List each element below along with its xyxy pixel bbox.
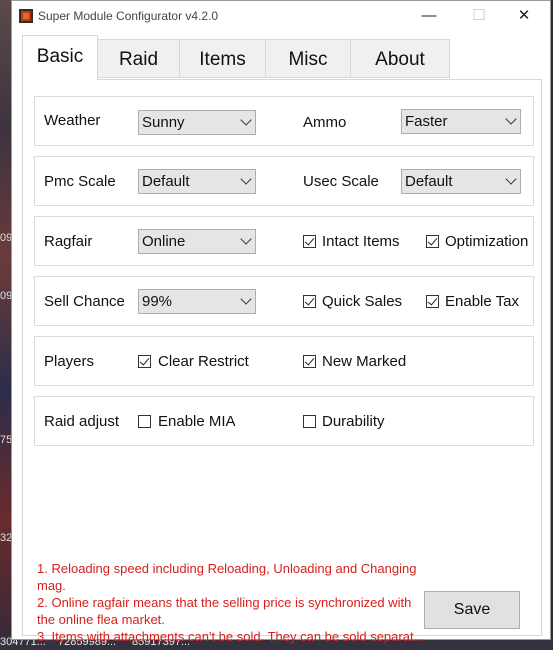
note-line: 1. Reloading speed including Reloading, … <box>37 561 417 593</box>
enable-tax-label: Enable Tax <box>445 293 519 310</box>
checkmark-icon <box>427 235 438 246</box>
quick-sales-checkbox[interactable] <box>303 295 316 308</box>
enable-tax-checkbox[interactable] <box>426 295 439 308</box>
basic-tab-panel: Weather Sunny Ammo Faster Pmc Scale Defa… <box>22 79 542 644</box>
new-marked-checkbox[interactable] <box>303 355 316 368</box>
window-title: Super Module Configurator v4.2.0 <box>38 9 219 23</box>
usec-scale-label: Usec Scale <box>303 173 379 190</box>
ragfair-select[interactable]: Online <box>138 229 256 254</box>
note-line: 3. Items with attachments can't be sold.… <box>37 629 425 644</box>
chevron-down-icon <box>505 173 517 185</box>
enable-mia-label: Enable MIA <box>158 413 236 430</box>
intact-items-label: Intact Items <box>322 233 400 250</box>
pmc-scale-select-value: Default <box>142 173 190 190</box>
sell-chance-select[interactable]: 99% <box>138 289 256 314</box>
checkmark-icon <box>427 295 438 306</box>
quick-sales-label: Quick Sales <box>322 293 403 310</box>
chevron-down-icon <box>240 173 252 185</box>
chevron-down-icon <box>505 113 517 125</box>
save-button[interactable]: Save <box>424 591 520 629</box>
checkmark-icon <box>304 235 315 246</box>
tab-raid[interactable]: Raid <box>97 39 180 78</box>
ragfair-select-value: Online <box>142 233 186 250</box>
clear-restrict-label: Clear Restrict <box>158 353 249 370</box>
title-bar[interactable]: Super Module Configurator v4.2.0 — ☐ ✕ <box>12 1 550 32</box>
maximize-icon[interactable]: ☐ <box>467 5 491 27</box>
app-icon <box>19 9 33 23</box>
chevron-down-icon <box>240 114 252 126</box>
sell-chance-select-value: 99% <box>142 293 173 310</box>
weather-select-value: Sunny <box>142 114 185 131</box>
optimization-checkbox[interactable] <box>426 235 439 248</box>
usec-scale-select-value: Default <box>405 173 453 190</box>
players-group: Players Clear Restrict New Marked <box>34 336 534 386</box>
note-line: 2. Online ragfair means that the selling… <box>37 595 412 627</box>
raid-adjust-label: Raid adjust <box>44 413 120 430</box>
app-window: Super Module Configurator v4.2.0 — ☐ ✕ B… <box>11 0 551 644</box>
sell-chance-label: Sell Chance <box>44 293 125 310</box>
chevron-down-icon <box>240 233 252 245</box>
checkmark-icon <box>304 295 315 306</box>
sell-group: Sell Chance 99% Quick Sales Enable Tax <box>34 276 534 326</box>
checkmark-icon <box>304 355 315 366</box>
weather-label: Weather <box>44 112 101 129</box>
ammo-label: Ammo <box>303 114 347 131</box>
intact-items-checkbox[interactable] <box>303 235 316 248</box>
notes-text: 1. Reloading speed including Reloading, … <box>37 560 432 645</box>
optimization-label: Optimization <box>445 233 529 250</box>
durability-label: Durability <box>322 413 385 430</box>
ragfair-group: Ragfair Online Intact Items Optimization <box>34 216 534 266</box>
tab-basic[interactable]: Basic <box>22 35 98 80</box>
ammo-select-value: Faster <box>405 113 448 130</box>
clear-restrict-checkbox[interactable] <box>138 355 151 368</box>
durability-checkbox[interactable] <box>303 415 316 428</box>
enable-mia-checkbox[interactable] <box>138 415 151 428</box>
usec-scale-select[interactable]: Default <box>401 169 521 194</box>
tab-about[interactable]: About <box>350 39 450 78</box>
new-marked-label: New Marked <box>322 353 407 370</box>
weather-ammo-group: Weather Sunny Ammo Faster <box>34 96 534 146</box>
ammo-select[interactable]: Faster <box>401 109 521 134</box>
weather-select[interactable]: Sunny <box>138 110 256 135</box>
minimize-icon[interactable]: — <box>417 5 441 27</box>
close-icon[interactable]: ✕ <box>512 5 536 27</box>
pmc-scale-label: Pmc Scale <box>44 173 116 190</box>
tab-misc[interactable]: Misc <box>265 39 351 78</box>
scale-group: Pmc Scale Default Usec Scale Default <box>34 156 534 206</box>
ragfair-label: Ragfair <box>44 233 93 250</box>
checkmark-icon <box>139 355 150 366</box>
pmc-scale-select[interactable]: Default <box>138 169 256 194</box>
tab-bar: Basic Raid Items Misc About <box>22 35 542 80</box>
players-label: Players <box>44 353 95 370</box>
raid-adjust-group: Raid adjust Enable MIA Durability <box>34 396 534 446</box>
chevron-down-icon <box>240 293 252 305</box>
tab-items[interactable]: Items <box>179 39 266 78</box>
